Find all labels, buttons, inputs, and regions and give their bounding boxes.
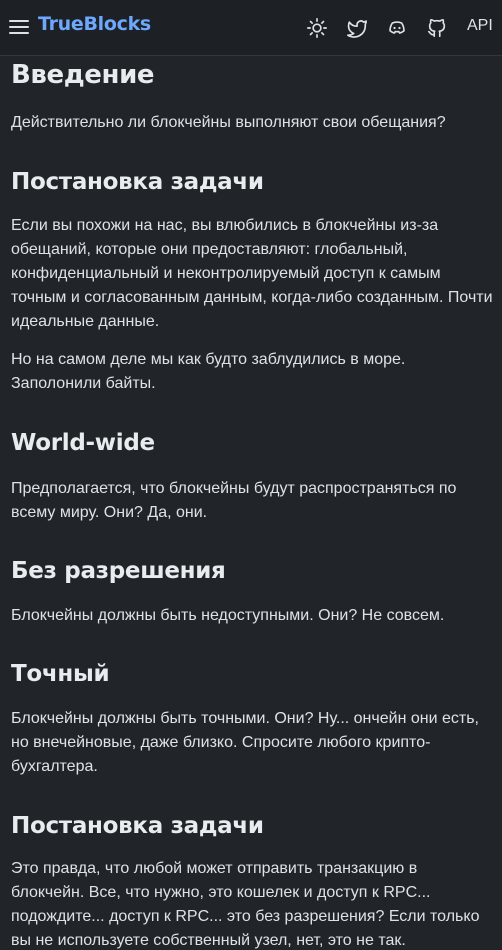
section-heading-permissionless: Без разрешения <box>11 558 226 584</box>
top-navbar: TrueBlocks API <box>0 0 502 56</box>
section-paragraph: Предполагается, что блокчейны будут расп… <box>11 480 457 521</box>
section-heading-accurate: Точный <box>11 661 110 687</box>
github-icon[interactable] <box>426 17 448 39</box>
menu-icon[interactable] <box>9 20 29 36</box>
brand-logo[interactable]: TrueBlocks <box>38 13 151 35</box>
section-paragraph: Блокчейны должны быть точными. Они? Ну..… <box>11 710 479 775</box>
section-paragraph: Это правда, что любой может отправить тр… <box>11 860 480 949</box>
section-heading-problem: Постановка задачи <box>11 169 264 195</box>
intro-paragraph: Действительно ли блокчейны выполняют сво… <box>11 114 446 131</box>
page-title: Введение <box>11 60 155 90</box>
section-paragraph: Блокчейны должны быть недоступными. Они?… <box>11 607 445 624</box>
section-heading-world-wide: World-wide <box>11 430 155 456</box>
section-paragraph: Но на самом деле мы как будто заблудилис… <box>11 351 406 392</box>
section-paragraph: Если вы похожи на нас, вы влюбились в бл… <box>11 217 493 330</box>
api-link[interactable]: API <box>467 17 493 35</box>
sun-icon[interactable] <box>306 17 328 39</box>
discord-icon[interactable] <box>386 17 408 39</box>
section-heading-problem-2: Постановка задачи <box>11 813 264 839</box>
twitter-icon[interactable] <box>346 17 368 39</box>
